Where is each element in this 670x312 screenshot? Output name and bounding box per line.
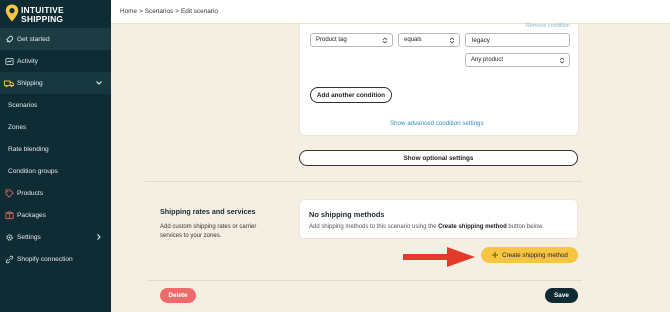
- breadcrumb-scenarios[interactable]: Scenarios: [145, 8, 173, 15]
- condition-value-input[interactable]: legacy: [465, 33, 570, 47]
- no-shipping-methods-text: Add shipping methods to this scenario us…: [309, 224, 544, 230]
- sidebar-item-shipping[interactable]: Shipping: [0, 72, 111, 94]
- sidebar-item-label: Shopify connection: [17, 255, 73, 263]
- activity-icon: [4, 56, 14, 66]
- sidebar-item-rate-blending[interactable]: Rate blending: [0, 138, 111, 160]
- sidebar-item-label: Zones: [8, 123, 27, 131]
- condition-operator-value: equals: [404, 37, 422, 43]
- plus-icon: [492, 252, 499, 258]
- main-content: Remove condition Product tag equals lega…: [111, 23, 670, 312]
- select-arrows-icon: [449, 37, 455, 44]
- sidebar-item-activity[interactable]: Activity: [0, 50, 111, 72]
- sidebar-item-products[interactable]: Products: [0, 182, 111, 204]
- gear-icon: [4, 232, 14, 242]
- sidebar-item-settings[interactable]: Settings: [0, 226, 111, 248]
- conditions-panel: Remove condition Product tag equals lega…: [299, 23, 579, 136]
- create-shipping-method-button[interactable]: Create shipping method: [481, 247, 578, 263]
- breadcrumb-separator: >: [175, 8, 179, 15]
- sidebar-item-label: Get started: [17, 35, 50, 43]
- show-optional-settings-button[interactable]: Show optional settings: [299, 150, 578, 166]
- show-optional-settings-label: Show optional settings: [403, 154, 474, 162]
- sidebar-item-label: Packages: [17, 211, 46, 219]
- condition-scope-select[interactable]: Any product: [465, 53, 570, 67]
- section-divider: [145, 181, 582, 182]
- breadcrumb: Home > Scenarios > Edit scenario: [111, 0, 670, 24]
- condition-value-text: legacy: [472, 36, 490, 44]
- chevron-down-icon: [96, 81, 102, 85]
- sidebar-item-label: Settings: [17, 233, 41, 241]
- rocket-icon: [4, 34, 14, 44]
- breadcrumb-current: Edit scenario: [180, 8, 218, 15]
- truck-icon: [4, 78, 14, 88]
- delete-label: Delete: [168, 292, 188, 299]
- logo-text-line2: SHIPPING: [21, 14, 64, 24]
- remove-condition-link[interactable]: Remove condition: [526, 23, 570, 29]
- sidebar-item-zones[interactable]: Zones: [0, 116, 111, 138]
- empty-text-post: button below.: [506, 224, 544, 230]
- condition-field-select[interactable]: Product tag: [310, 33, 393, 47]
- empty-text-bold: Create shipping method: [438, 224, 507, 230]
- sidebar-item-shopify-connection[interactable]: Shopify connection: [0, 248, 111, 270]
- select-arrows-icon: [559, 57, 565, 64]
- sidebar-item-label: Scenarios: [8, 101, 38, 109]
- condition-field-value: Product tag: [316, 37, 347, 43]
- sidebar-nav: Get started Activity Shipping Scenarios …: [0, 28, 111, 270]
- tag-icon: [4, 188, 14, 198]
- condition-scope-value: Any product: [471, 57, 504, 63]
- shipping-rates-title: Shipping rates and services: [160, 207, 256, 216]
- box-icon: [4, 210, 14, 220]
- sidebar-item-label: Condition groups: [8, 167, 58, 175]
- breadcrumb-home[interactable]: Home: [120, 8, 137, 15]
- sidebar-item-packages[interactable]: Packages: [0, 204, 111, 226]
- sidebar-item-label: Activity: [17, 57, 38, 65]
- sidebar-item-scenarios[interactable]: Scenarios: [0, 94, 111, 116]
- app-logo[interactable]: INTUITIVE SHIPPING: [5, 4, 105, 26]
- show-advanced-condition-settings-link[interactable]: Show advanced condition settings: [390, 120, 484, 127]
- save-label: Save: [554, 292, 569, 299]
- sidebar: INTUITIVE SHIPPING Get started Activity …: [0, 0, 111, 312]
- sidebar-item-get-started[interactable]: Get started: [0, 28, 111, 50]
- sidebar-item-label: Products: [17, 189, 44, 197]
- red-arrow-annotation: [403, 247, 475, 267]
- shipping-rates-description: Add custom shipping rates or carrier ser…: [160, 224, 257, 239]
- footer-divider: [147, 280, 582, 281]
- add-another-condition-button[interactable]: Add another condition: [310, 87, 392, 103]
- no-shipping-methods-card: No shipping methods Add shipping methods…: [299, 199, 578, 239]
- location-pin-icon: [5, 4, 19, 22]
- sidebar-item-condition-groups[interactable]: Condition groups: [0, 160, 111, 182]
- save-button[interactable]: Save: [545, 288, 578, 303]
- add-another-condition-label: Add another condition: [316, 91, 386, 99]
- sidebar-item-label: Rate blending: [8, 145, 49, 153]
- no-shipping-methods-title: No shipping methods: [309, 210, 385, 219]
- empty-text-pre: Add shipping methods to this scenario us…: [309, 224, 439, 230]
- delete-button[interactable]: Delete: [160, 288, 196, 303]
- chevron-right-icon: [97, 234, 101, 240]
- create-shipping-method-label: Create shipping method: [502, 251, 568, 259]
- sidebar-item-label: Shipping: [17, 79, 43, 87]
- condition-operator-select[interactable]: equals: [398, 33, 460, 47]
- link-icon: [4, 254, 14, 264]
- select-arrows-icon: [382, 37, 388, 44]
- breadcrumb-separator: >: [139, 8, 143, 15]
